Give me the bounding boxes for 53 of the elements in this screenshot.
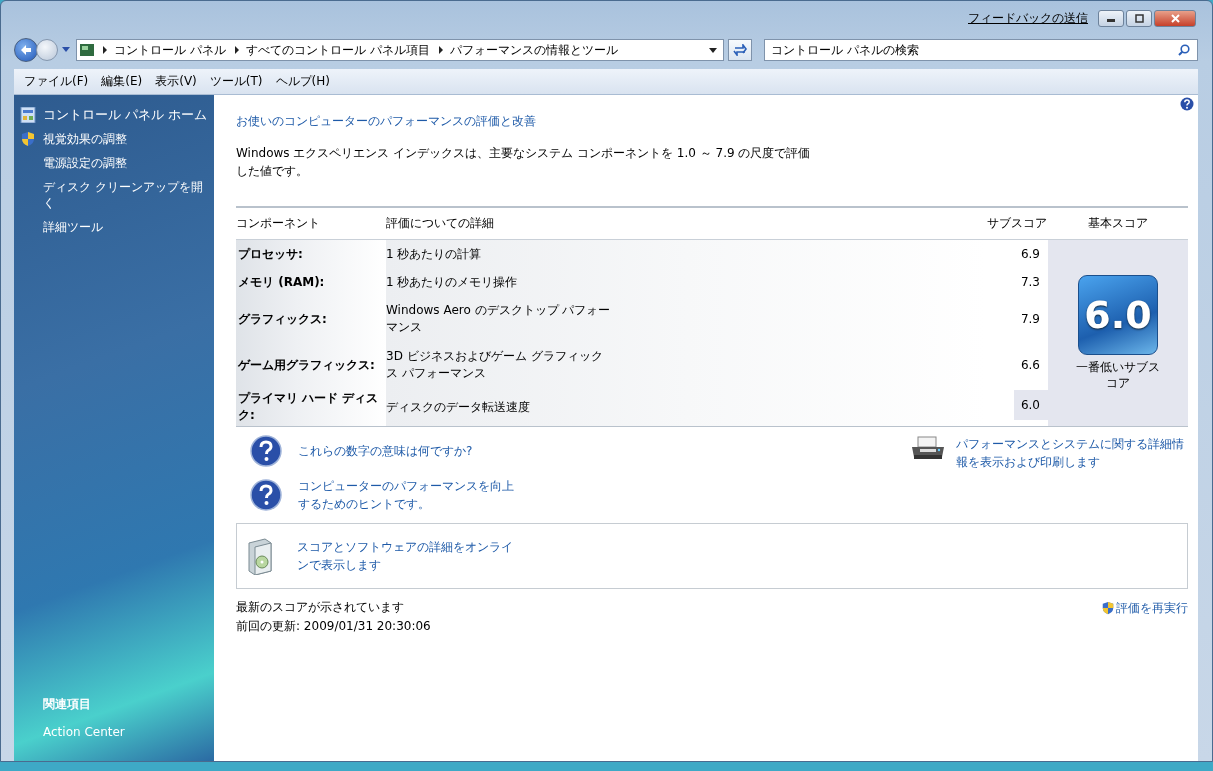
table-cell: 6.0 — [1014, 390, 1048, 420]
maximize-icon — [1134, 13, 1144, 23]
online-details-link[interactable]: スコアとソフトウェアの詳細をオンラインで表示します — [297, 538, 519, 574]
back-arrow-icon — [19, 43, 33, 57]
breadcrumb[interactable]: パフォーマンスの情報とツール — [449, 41, 618, 59]
score-caption: 一番低いサブスコア — [1075, 359, 1161, 391]
close-button[interactable] — [1154, 9, 1196, 27]
dropdown-arrow-icon — [709, 47, 717, 53]
sidebar-link[interactable]: 詳細ツール — [43, 219, 208, 235]
related-heading: 関連項目 — [43, 696, 92, 713]
print-details-link[interactable]: パフォーマンスとシステムに関する詳細情報を表示および印刷します — [956, 435, 1188, 471]
feedback-link[interactable]: フィードバックの送信 — [968, 9, 1088, 27]
sidebar-link[interactable]: 視覚効果の調整 — [43, 131, 208, 147]
minimize-button[interactable] — [1098, 9, 1124, 27]
menu-item[interactable]: ヘルプ(H) — [275, 73, 330, 90]
rerun-link[interactable]: 評価を再実行 — [1101, 599, 1188, 617]
printer-icon — [910, 435, 946, 461]
page-title: お使いのコンピューターのパフォーマンスの評価と改善 — [236, 113, 537, 130]
status-text: 最新のスコアが示されています — [236, 599, 405, 616]
minimize-icon — [1107, 19, 1115, 22]
menu-item[interactable]: ツール(T) — [209, 73, 263, 90]
last-update-text: 前回の更新: 2009/01/31 20:30:06 — [236, 618, 431, 635]
close-icon — [1170, 13, 1180, 23]
help-icon — [250, 435, 282, 467]
help-link[interactable]: コンピューターのパフォーマンスを向上するためのヒントです。 — [298, 477, 516, 513]
help-icon — [250, 479, 282, 511]
search-icon — [1178, 44, 1190, 56]
chevron-icon — [437, 46, 444, 54]
sidebar-link[interactable]: コントロール パネル ホーム — [43, 107, 213, 123]
help-button[interactable] — [1180, 97, 1194, 111]
breadcrumb[interactable]: すべてのコントロール パネル項目 — [245, 41, 430, 59]
chevron-icon — [233, 46, 240, 54]
address-bar[interactable]: コントロール パネル すべてのコントロール パネル項目 パフォーマンスの情報とツール — [76, 39, 724, 61]
software-box-icon — [245, 537, 275, 575]
refresh-button[interactable] — [728, 39, 752, 61]
refresh-icon — [733, 44, 747, 56]
shield-icon — [1101, 601, 1115, 615]
menu-item[interactable]: 表示(V) — [155, 73, 197, 90]
dropdown-arrow-icon — [62, 47, 70, 53]
back-button[interactable] — [14, 38, 38, 62]
help-link[interactable]: これらの数字の意味は何ですか? — [298, 442, 516, 460]
score-value: 6.0 — [1084, 293, 1152, 337]
search-field[interactable]: コントロール パネルの検索 — [764, 39, 1198, 61]
forward-button[interactable] — [36, 39, 58, 61]
sidebar-link[interactable]: 電源設定の調整 — [43, 155, 208, 171]
maximize-button[interactable] — [1126, 9, 1152, 27]
menu-item[interactable]: 編集(E) — [101, 73, 143, 90]
breadcrumb[interactable]: コントロール パネル — [114, 41, 226, 59]
chevron-icon — [102, 46, 108, 54]
sidebar-link[interactable]: ディスク クリーンアップを開く — [43, 179, 208, 211]
shield-icon — [20, 131, 36, 147]
description-text: Windows エクスペリエンス インデックスは、主要なシステム コンポーネントを 1.0 ～ 7.9 の尺度で評価した値です。 — [236, 145, 812, 180]
menu-item[interactable]: ファイル(F) — [24, 73, 89, 90]
